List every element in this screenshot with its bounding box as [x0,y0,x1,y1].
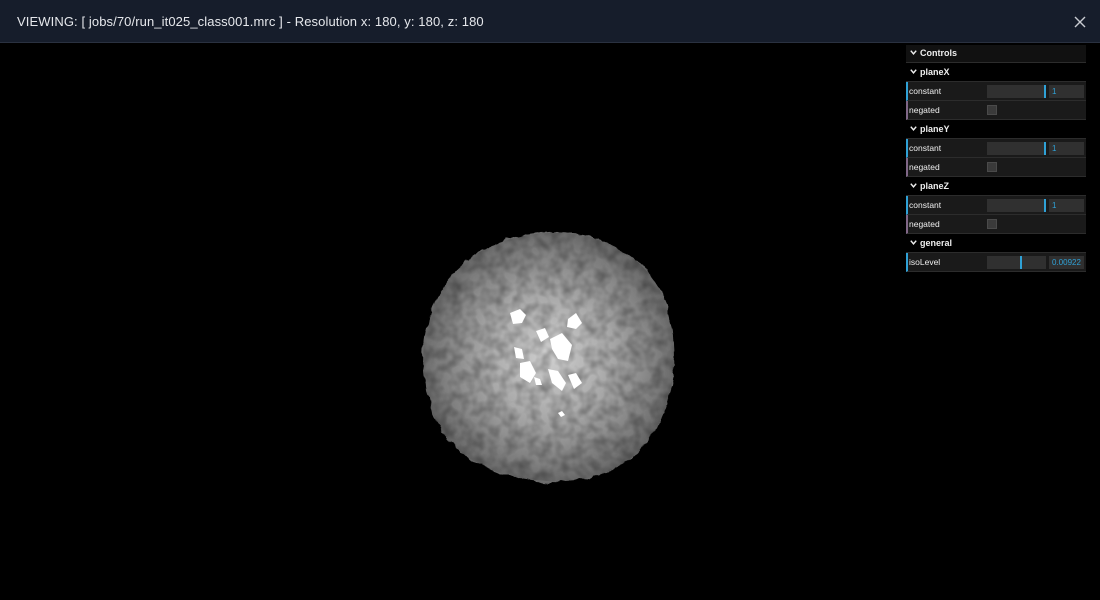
chevron-down-icon [910,240,917,246]
chevron-down-icon [910,50,917,56]
controls-title: Controls [920,48,957,58]
planex-constant-input[interactable]: 1 [1049,85,1084,98]
planey-constant-row: constant 1 [906,139,1086,158]
viewer-header: VIEWING: [ jobs/70/run_it025_class001.mr… [0,0,1100,43]
planex-constant-row: constant 1 [906,82,1086,101]
planey-constant-slider[interactable] [987,142,1046,155]
planey-negated-label: negated [909,162,940,172]
planez-negated-label: negated [909,219,940,229]
planez-constant-label: constant [909,200,942,210]
planex-constant-slider-fill [1044,85,1046,98]
folder-planey-title: planeY [920,124,950,134]
density-map-render [423,232,675,482]
chevron-down-icon [910,183,917,189]
planez-negated-row: negated [906,215,1086,234]
close-icon [1074,16,1086,28]
planex-negated-row: negated [906,101,1086,120]
planex-negated-label: negated [909,105,940,115]
isolevel-row: isoLevel 0.00922 [906,253,1086,272]
viewer-title: VIEWING: [ jobs/70/run_it025_class001.mr… [17,14,484,29]
isolevel-slider-fill [1020,256,1022,269]
planez-negated-checkbox[interactable] [987,219,997,229]
folder-general[interactable]: general [906,234,1086,253]
planey-negated-row: negated [906,158,1086,177]
controls-header[interactable]: Controls [906,45,1086,63]
planey-constant-slider-fill [1044,142,1046,155]
folder-planex-title: planeX [920,67,950,77]
planey-constant-label: constant [909,143,942,153]
planez-constant-input[interactable]: 1 [1049,199,1084,212]
close-button[interactable] [1072,14,1088,30]
planez-constant-row: constant 1 [906,196,1086,215]
planex-constant-label: constant [909,86,942,96]
planex-constant-slider[interactable] [987,85,1046,98]
folder-planex[interactable]: planeX [906,63,1086,82]
folder-general-title: general [920,238,953,248]
isolevel-input[interactable]: 0.00922 [1049,256,1084,269]
chevron-down-icon [910,126,917,132]
planey-negated-checkbox[interactable] [987,162,997,172]
isolevel-label: isoLevel [909,257,941,267]
controls-panel: Controls planeX constant 1 negated plane… [906,45,1086,272]
isolevel-slider[interactable] [987,256,1046,269]
planez-constant-slider[interactable] [987,199,1046,212]
folder-planez-title: planeZ [920,181,950,191]
folder-planez[interactable]: planeZ [906,177,1086,196]
planey-constant-input[interactable]: 1 [1049,142,1084,155]
chevron-down-icon [910,69,917,75]
folder-planey[interactable]: planeY [906,120,1086,139]
planex-negated-checkbox[interactable] [987,105,997,115]
planez-constant-slider-fill [1044,199,1046,212]
